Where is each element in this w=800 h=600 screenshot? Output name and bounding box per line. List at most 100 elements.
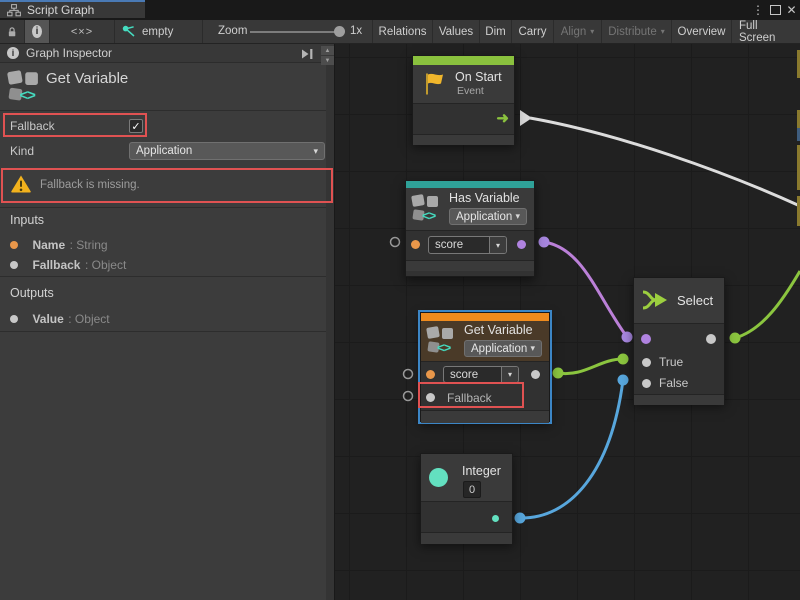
graph-breadcrumb[interactable]: empty bbox=[115, 20, 203, 43]
fullscreen-button[interactable]: Full Screen bbox=[732, 20, 800, 43]
int-output-port[interactable] bbox=[492, 515, 499, 522]
annotation-rect-fallback-checkbox bbox=[3, 113, 147, 137]
kind-dropdown[interactable]: Application ▾ bbox=[464, 340, 542, 357]
input-type: : String bbox=[70, 238, 108, 252]
node-on-start[interactable]: On Start Event ➜ bbox=[412, 55, 515, 144]
chevron-down-icon: ▾ bbox=[313, 146, 318, 157]
object-port-dot bbox=[10, 261, 18, 269]
values-button[interactable]: Values bbox=[433, 20, 480, 43]
output-type: : Object bbox=[68, 312, 109, 326]
variable-brackets-icon: <> bbox=[422, 208, 435, 223]
align-label: Align bbox=[561, 26, 587, 38]
lock-button[interactable] bbox=[0, 20, 25, 43]
kind-value: Application bbox=[471, 343, 527, 355]
true-input-port[interactable] bbox=[642, 358, 651, 367]
relations-button[interactable]: Relations bbox=[372, 20, 433, 43]
wire-select-output bbox=[735, 271, 800, 338]
inspector-header: i Graph Inspector bbox=[0, 44, 334, 63]
window-menu-icon[interactable]: ⋮ bbox=[752, 3, 764, 17]
tab-script-graph[interactable]: Script Graph bbox=[0, 0, 145, 18]
variable-name-field[interactable]: score ▾ bbox=[428, 236, 507, 254]
node-integer[interactable]: Integer 0 bbox=[420, 453, 513, 543]
kind-value: Application bbox=[456, 211, 512, 223]
code-preview-button[interactable]: <×> bbox=[50, 20, 115, 43]
wire-cap-blue bbox=[515, 513, 526, 524]
get-variable-icon: <> bbox=[8, 70, 43, 105]
dim-button[interactable]: Dim bbox=[480, 20, 512, 43]
zoom-slider-handle[interactable] bbox=[334, 26, 345, 37]
wire-cap-green bbox=[618, 354, 629, 365]
wire-exec-onstart bbox=[530, 118, 800, 206]
chevron-down-icon: ▾ bbox=[501, 367, 518, 382]
wire-cap-purple bbox=[539, 237, 550, 248]
name-input-port[interactable] bbox=[426, 370, 435, 379]
wire-cap-green bbox=[553, 368, 564, 379]
graph-node-icon bbox=[122, 25, 136, 38]
graph-inspector-panel: i Graph Inspector ▲ ▼ <> Get Variable Fa… bbox=[0, 44, 334, 600]
input-row-name: Name : String bbox=[10, 236, 108, 254]
variable-brackets-icon: <> bbox=[20, 86, 35, 103]
name-input-port[interactable] bbox=[411, 240, 420, 249]
wire-cap-purple bbox=[622, 332, 633, 343]
inspector-node-title: Get Variable bbox=[46, 70, 128, 87]
flag-icon bbox=[421, 71, 448, 97]
window-maximize-icon[interactable] bbox=[768, 3, 782, 17]
zoom-slider-track[interactable] bbox=[250, 31, 338, 33]
kind-dropdown-value: Application bbox=[136, 145, 192, 157]
tab-title: Script Graph bbox=[27, 3, 94, 17]
variable-node-icon: <> bbox=[412, 194, 442, 224]
dock-panel-icon[interactable] bbox=[300, 48, 314, 60]
condition-input-port[interactable] bbox=[641, 334, 651, 344]
node-has-variable[interactable]: <> Has Variable Application ▾ score ▾ bbox=[405, 180, 535, 277]
carry-button[interactable]: Carry bbox=[512, 20, 554, 43]
wire-bool-hasvariable-select bbox=[544, 242, 627, 337]
teal-color-bar bbox=[406, 181, 534, 188]
overview-button[interactable]: Overview bbox=[672, 20, 732, 43]
inspector-title: Graph Inspector bbox=[26, 46, 112, 60]
wire-value-getvariable-true bbox=[558, 359, 623, 374]
inputs-heading: Inputs bbox=[10, 213, 44, 227]
kind-dropdown[interactable]: Application ▾ bbox=[129, 142, 325, 160]
bool-output-port[interactable] bbox=[517, 240, 526, 249]
title-bar: Script Graph ⋮ ✕ bbox=[0, 0, 800, 20]
output-row-value: Value : Object bbox=[10, 310, 110, 328]
chevron-down-icon: ▾ bbox=[661, 27, 665, 36]
exec-output-port[interactable]: ➜ bbox=[496, 109, 509, 127]
object-port-dot bbox=[10, 315, 18, 323]
scroll-up-button[interactable]: ▲ bbox=[321, 46, 334, 55]
unconnected-port-ring[interactable] bbox=[391, 238, 400, 247]
window-close-icon[interactable]: ✕ bbox=[785, 3, 798, 17]
node-title: Integer bbox=[462, 464, 501, 478]
chevron-down-icon: ▾ bbox=[489, 237, 506, 253]
value-output-port[interactable] bbox=[531, 370, 540, 379]
kind-dropdown[interactable]: Application ▾ bbox=[449, 208, 527, 225]
outputs-heading: Outputs bbox=[10, 286, 54, 300]
variable-name-value: score bbox=[435, 239, 463, 251]
zoom-label: Zoom bbox=[218, 25, 247, 37]
lock-icon bbox=[7, 25, 17, 39]
node-select[interactable]: Select True False bbox=[633, 277, 725, 403]
info-icon: i bbox=[32, 25, 42, 38]
wire-layer bbox=[335, 44, 800, 600]
integer-value-field[interactable]: 0 bbox=[463, 481, 481, 498]
node-title: Get Variable bbox=[464, 323, 533, 337]
node-subtitle: Event bbox=[457, 85, 484, 97]
unconnected-port-ring[interactable] bbox=[404, 370, 413, 379]
distribute-button[interactable]: Distribute ▾ bbox=[602, 20, 672, 43]
annotation-rect-fallback-port bbox=[418, 382, 524, 408]
zoom-value: 1x bbox=[350, 25, 362, 37]
false-input-port[interactable] bbox=[642, 379, 651, 388]
false-port-label: False bbox=[659, 376, 688, 390]
variable-name-field[interactable]: score ▾ bbox=[443, 366, 519, 383]
maximize-glyph bbox=[770, 5, 781, 15]
selection-output-port[interactable] bbox=[706, 334, 716, 344]
inspector-toggle-button[interactable]: i bbox=[25, 20, 50, 43]
graph-toolbar: i <×> empty Zoom 1x Relations Values Dim… bbox=[0, 20, 800, 44]
align-button[interactable]: Align ▾ bbox=[554, 20, 602, 43]
input-name: Name bbox=[32, 238, 65, 252]
unconnected-port-ring[interactable] bbox=[404, 392, 413, 401]
kind-row-label: Kind bbox=[10, 144, 34, 158]
scroll-down-button[interactable]: ▼ bbox=[321, 56, 334, 65]
graph-canvas[interactable]: On Start Event ➜ <> Has Variable Applica… bbox=[335, 44, 800, 600]
inspector-scrollbar[interactable] bbox=[326, 63, 334, 600]
